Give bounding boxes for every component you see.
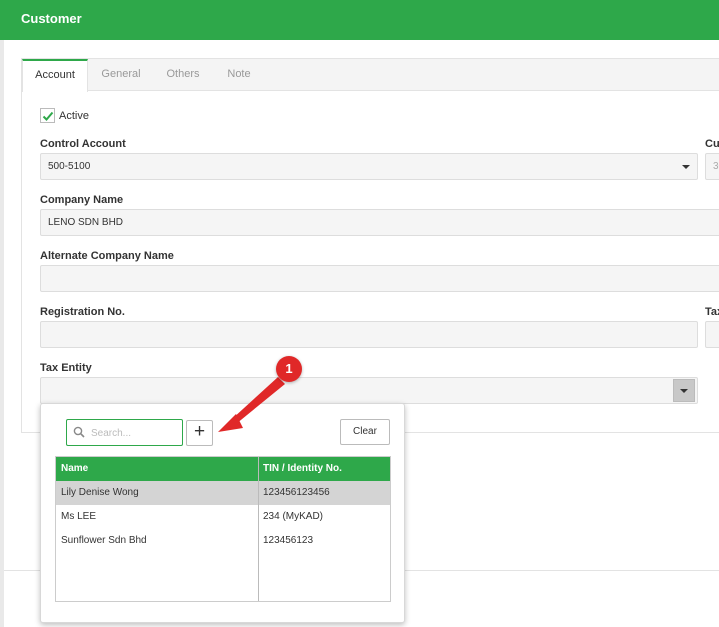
search-input[interactable] [91,425,177,441]
column-header-name: Name [61,463,89,474]
tax-entity-dropdown-button[interactable] [673,379,695,402]
row-tin: 123456123 [263,535,314,546]
search-icon [73,426,85,438]
company-name-value: LENO SDN BHD [48,217,124,228]
control-account-select[interactable]: 500-5100 [40,153,698,180]
check-icon [42,111,54,121]
control-account-value: 500-5100 [48,161,91,172]
customer-code-field[interactable]: 30 [705,153,719,180]
column-divider [258,457,259,601]
row-name: Lily Denise Wong [61,487,139,498]
tab-account[interactable]: Account [22,59,88,92]
active-checkbox[interactable] [40,108,55,123]
customer-code-value: 30 [713,161,719,172]
clear-button[interactable]: Clear [340,419,390,445]
table-header: Name TIN / Identity No. [56,457,390,481]
tax-entity-select[interactable] [40,377,698,404]
search-box [66,419,183,446]
tab-others[interactable]: Others [156,59,210,91]
control-account-label: Control Account [40,138,126,150]
tax-field[interactable] [705,321,719,348]
window-left-edge [0,0,4,627]
annotation-badge: 1 [276,356,302,382]
caret-down-icon [680,389,688,393]
tax-label: Tax [705,306,719,318]
table-row[interactable]: Sunflower Sdn Bhd 123456123 [56,529,390,553]
tab-bar: Account General Others Note [22,59,719,92]
dialog-title: Customer [21,11,82,26]
registration-no-label: Registration No. [40,306,125,318]
company-name-label: Company Name [40,194,124,206]
active-label: Active [59,110,89,122]
table-row[interactable]: Ms LEE 234 (MyKAD) [56,505,390,529]
row-name: Ms LEE [61,511,97,522]
row-tin: 123456123456 [263,487,330,498]
alternate-company-name-label: Alternate Company Name [40,250,174,262]
registration-no-field[interactable] [40,321,698,348]
dialog-header: Customer [0,0,719,40]
add-tax-entity-button[interactable]: + [186,420,213,446]
caret-down-icon [682,165,690,169]
customer-code-label: Cus [705,138,719,150]
row-tin: 234 (MyKAD) [263,511,324,522]
column-header-tin: TIN / Identity No. [263,463,342,474]
row-name: Sunflower Sdn Bhd [61,535,147,546]
tax-entity-dropdown-popup: + Clear Name TIN / Identity No. Lily Den… [40,403,405,623]
tax-entity-label: Tax Entity [40,362,92,374]
tab-general[interactable]: General [92,59,150,91]
table-row[interactable]: Lily Denise Wong 123456123456 [56,481,390,505]
tax-entity-table: Name TIN / Identity No. Lily Denise Wong… [55,456,391,602]
tab-note[interactable]: Note [216,59,262,91]
alternate-company-name-field[interactable] [40,265,719,292]
company-name-field[interactable]: LENO SDN BHD [40,209,719,236]
